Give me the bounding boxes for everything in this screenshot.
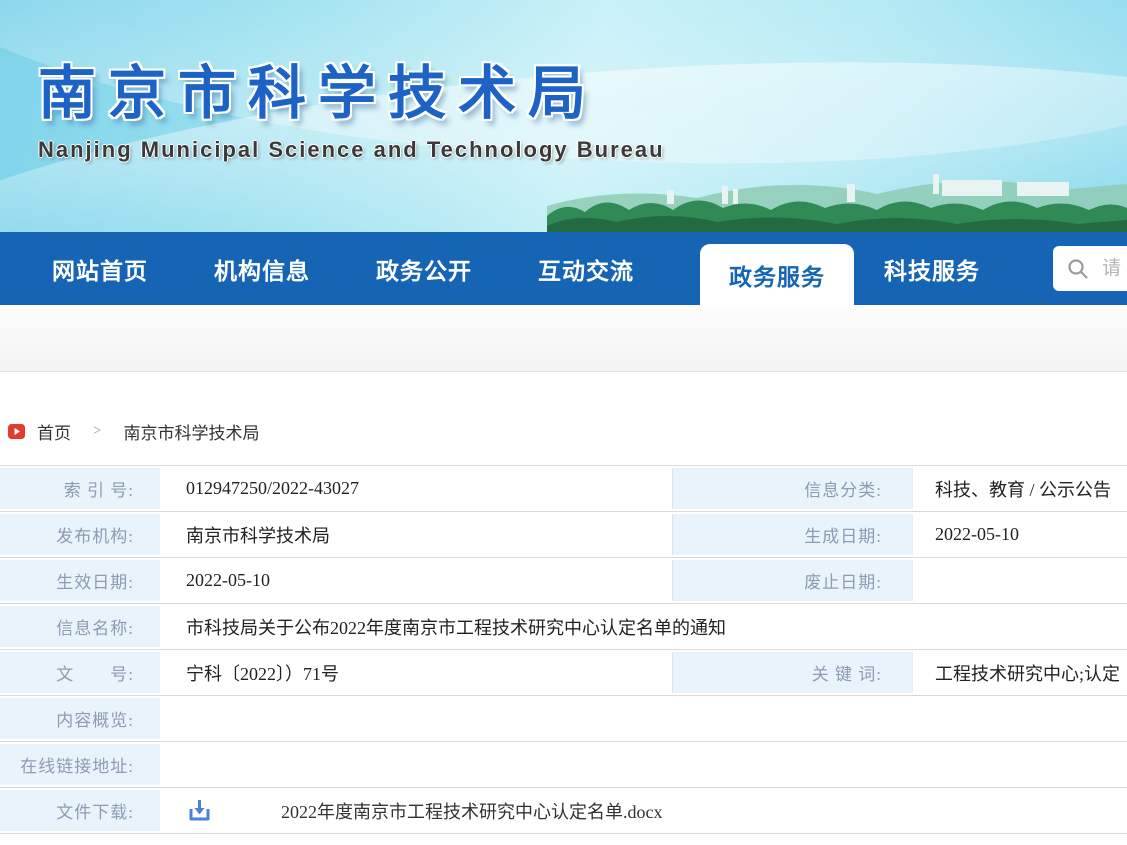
sub-band <box>0 305 1127 372</box>
online-link-label: 在线链接地址: <box>0 744 160 785</box>
effective-date-label: 生效日期: <box>0 560 160 601</box>
info-title-label: 信息名称: <box>0 606 160 647</box>
header-banner: 南京市科学技术局 Nanjing Municipal Science and T… <box>0 0 1127 232</box>
search-input[interactable] <box>1102 258 1127 280</box>
index-number-label: 索 引 号: <box>0 468 160 509</box>
table-row: 文 号: 宁科〔2022〕）71号 关 键 词: 工程技术研究中心;认定 <box>0 650 1127 696</box>
issuing-agency-label: 发布机构: <box>0 514 160 555</box>
table-row: 发布机构: 南京市科学技术局 生成日期: 2022-05-10 <box>0 512 1127 558</box>
nav-item-tech-services[interactable]: 科技服务 <box>884 252 980 286</box>
file-download-label: 文件下载: <box>0 790 160 831</box>
page: 南京市科学技术局 Nanjing Municipal Science and T… <box>0 0 1127 845</box>
nav-item-home[interactable]: 网站首页 <box>52 252 148 286</box>
download-file-link[interactable]: 2022年度南京市工程技术研究中心认定名单.docx <box>186 797 663 824</box>
breadcrumb-current-page: 南京市科学技术局 <box>123 419 259 444</box>
nav-item-gov-disclosure[interactable]: 政务公开 <box>376 252 472 286</box>
creation-date-label: 生成日期: <box>672 514 912 555</box>
breadcrumb-separator: > <box>93 423 101 440</box>
table-row: 索 引 号: 012947250/2022-43027 信息分类: 科技、教育 … <box>0 466 1127 512</box>
index-number-value: 012947250/2022-43027 <box>160 468 672 509</box>
keywords-label: 关 键 词: <box>672 652 912 693</box>
info-category-value: 科技、教育 / 公示公告 <box>912 468 1127 509</box>
table-row: 生效日期: 2022-05-10 废止日期: <box>0 558 1127 604</box>
document-number-value: 宁科〔2022〕）71号 <box>160 652 672 693</box>
download-file-name[interactable]: 2022年度南京市工程技术研究中心认定名单.docx <box>281 798 663 824</box>
online-link-value <box>160 744 1127 785</box>
nav-item-gov-services-active[interactable]: 政务服务 <box>700 244 854 305</box>
issuing-agency-value: 南京市科学技术局 <box>160 514 672 555</box>
document-number-label: 文 号: <box>0 652 160 693</box>
content-overview-value <box>160 698 1127 739</box>
effective-date-value: 2022-05-10 <box>160 560 672 601</box>
main-navigation: 网站首页 机构信息 政务公开 互动交流 政务服务 科技服务 <box>0 232 1127 305</box>
search-icon <box>1066 257 1090 281</box>
info-category-label: 信息分类: <box>672 468 912 509</box>
table-row: 内容概览: <box>0 696 1127 742</box>
table-row: 在线链接地址: <box>0 742 1127 788</box>
expiry-date-value <box>912 560 1127 601</box>
download-icon[interactable] <box>186 797 213 824</box>
breadcrumb-home-link[interactable]: 首页 <box>37 419 71 444</box>
table-row: 文件下载: 2022年度南京市工程技术研究中心认定名单.docx <box>0 788 1127 834</box>
info-title-value: 市科技局关于公布2022年度南京市工程技术研究中心认定名单的通知 <box>160 606 1127 647</box>
nav-item-org-info[interactable]: 机构信息 <box>214 252 310 286</box>
search-box[interactable] <box>1053 246 1127 291</box>
creation-date-value: 2022-05-10 <box>912 514 1127 555</box>
site-title-chinese: 南京市科学技术局 <box>38 46 598 130</box>
table-row: 信息名称: 市科技局关于公布2022年度南京市工程技术研究中心认定名单的通知 <box>0 604 1127 650</box>
breadcrumb-play-icon <box>8 423 25 440</box>
document-info-table: 索 引 号: 012947250/2022-43027 信息分类: 科技、教育 … <box>0 465 1127 834</box>
site-title-english: Nanjing Municipal Science and Technology… <box>38 137 665 163</box>
expiry-date-label: 废止日期: <box>672 560 912 601</box>
content-overview-label: 内容概览: <box>0 698 160 739</box>
breadcrumb: 首页 > 南京市科学技术局 <box>8 419 1127 443</box>
nav-item-interaction[interactable]: 互动交流 <box>538 252 634 286</box>
keywords-value: 工程技术研究中心;认定 <box>912 652 1127 693</box>
